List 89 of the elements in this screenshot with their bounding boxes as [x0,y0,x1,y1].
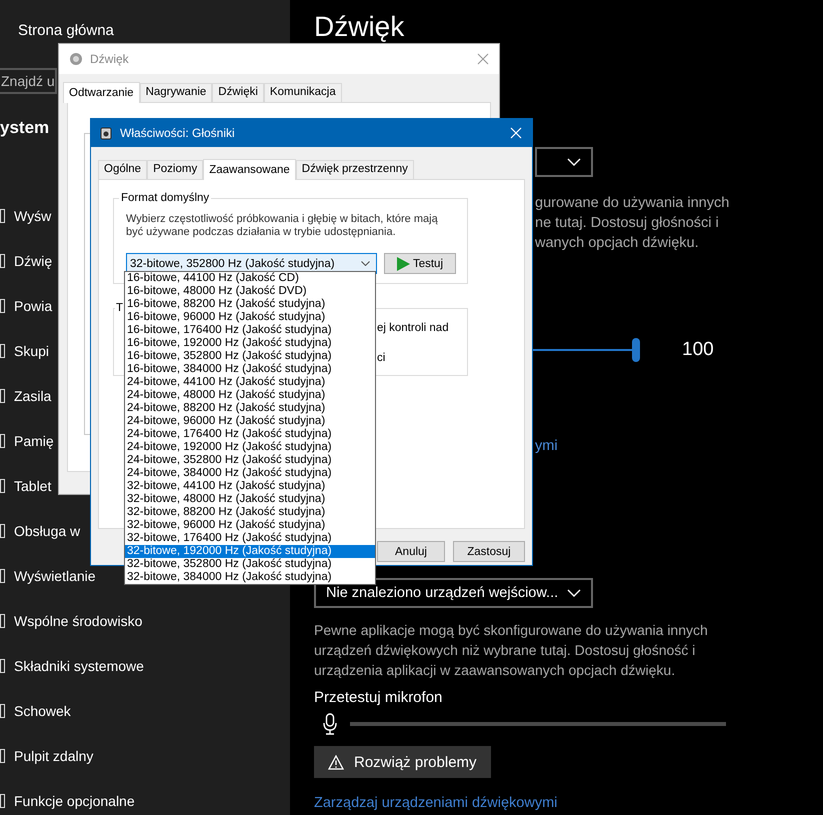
bar-icon [0,254,5,268]
window-title: Dźwięk [90,52,129,66]
dialog-button[interactable]: Anuluj [377,541,445,562]
tab[interactable]: Zaawansowane [203,159,296,180]
search-field[interactable]: Znajdź u [0,68,57,94]
list-option[interactable]: 16-bitowe, 176400 Hz (Jakość studyjna) [125,324,375,337]
home-link[interactable]: Strona główna [18,21,114,41]
chevron-icon [567,589,581,597]
tab[interactable]: Nagrywanie [140,83,212,102]
sidebar-item[interactable]: Składniki systemowe [14,658,144,674]
list-option[interactable]: 16-bitowe, 384000 Hz (Jakość studyjna) [125,363,375,376]
list-option[interactable]: 16-bitowe, 44100 Hz (Jakość CD) [125,272,375,285]
tab[interactable]: Dźwięk przestrzenny [296,160,414,179]
list-option[interactable]: 32-bitowe, 88200 Hz (Jakość studyjna) [125,506,375,519]
bar-icon [0,794,5,808]
description-text: Wybierz częstotliwość próbkowania i głębię w bitach, które mają być używane podczas działania w trybie udostępniania. [126,213,439,239]
test-button[interactable]: Testuj [384,253,456,274]
list-option[interactable]: 32-bitowe, 96000 Hz (Jakość studyjna) [125,519,375,532]
sidebar-item[interactable]: Wyśw [14,208,52,224]
sidebar-item[interactable]: Schowek [14,703,71,719]
sidebar-item[interactable]: Tablet [14,478,52,494]
list-option[interactable]: 16-bitowe, 352800 Hz (Jakość studyjna) [125,350,375,363]
sidebar-item[interactable]: Obsługa w [14,523,80,539]
bar-icon [0,569,5,583]
troubleshoot-button[interactable]: Rozwiąż problemy [314,746,491,778]
list-option[interactable]: 24-bitowe, 384000 Hz (Jakość studyjna) [125,467,375,480]
list-option[interactable]: 24-bitowe, 96000 Hz (Jakość studyjna) [125,415,375,428]
page-title: Dźwięk [314,12,404,42]
list-option[interactable]: 24-bitowe, 352800 Hz (Jakość studyjna) [125,454,375,467]
description-text: Pewne aplikacje mogą być skonfigurowane do używania innych urządzeń dźwiękowych niż wybrane tutaj. Dostosuj głośność i urządzenia aplikacji w zaawansowanych opcjach dźwięku. [314,621,709,680]
bar-icon [0,344,5,358]
section-heading: ystem [0,117,50,139]
tab[interactable]: Komunikacja [264,83,342,102]
sidebar-item[interactable]: Pulpit zdalny [14,748,94,764]
chevron-icon [361,261,370,266]
list-option[interactable]: 32-bitowe, 44100 Hz (Jakość studyjna) [125,480,375,493]
bar-icon [0,614,5,628]
dialog-button[interactable]: Zastosuj [453,541,525,562]
speaker-icon [69,52,83,66]
list-option[interactable]: 16-bitowe, 48000 Hz (Jakość DVD) [125,285,375,298]
tab[interactable]: Dźwięki [212,83,264,102]
warning-icon [328,754,344,770]
sidebar-item[interactable]: Funkcje opcjonalne [14,793,135,809]
list-option[interactable]: 24-bitowe, 44100 Hz (Jakość studyjna) [125,376,375,389]
dropdown-field[interactable] [535,147,593,177]
list-option[interactable]: 32-bitowe, 352800 Hz (Jakość studyjna) [125,558,375,571]
play-icon [396,256,410,270]
window-title: Właściwości: Głośniki [120,126,235,140]
sidebar-item[interactable]: Zasila [14,388,52,404]
manage-devices-link[interactable]: Zarządzaj urządzeniami dźwiękowymi [314,794,558,812]
settings-link[interactable]: ymi [535,437,558,455]
list-option[interactable]: 32-bitowe, 192000 Hz (Jakość studyjna) [125,545,375,558]
list-option[interactable]: 16-bitowe, 192000 Hz (Jakość studyjna) [125,337,375,350]
bar-icon [0,704,5,718]
list-option[interactable]: 16-bitowe, 96000 Hz (Jakość studyjna) [125,311,375,324]
sidebar-item[interactable]: Skupi [14,343,50,359]
tab[interactable]: Odtwarzanie [63,82,140,103]
bar-icon [0,524,5,538]
sidebar-item[interactable]: Pamię [14,433,54,449]
list-option[interactable]: 24-bitowe, 88200 Hz (Jakość studyjna) [125,402,375,415]
group-title: Format domyślny [119,191,212,205]
bar-icon [0,299,5,313]
close-icon[interactable] [477,53,489,65]
bar-icon [0,209,5,223]
mic-test-label: Przetestuj mikrofon [314,688,442,708]
list-option[interactable]: 32-bitowe, 176400 Hz (Jakość studyjna) [125,532,375,545]
option-text: ci [377,351,386,365]
option-text: ej kontroli nad [377,321,450,335]
bar-icon [0,659,5,673]
microphone-icon [322,713,338,735]
chevron-icon [567,158,581,166]
sidebar-item[interactable]: Wspólne środowisko [14,613,142,629]
speaker-icon [100,126,112,140]
list-option[interactable]: 24-bitowe, 48000 Hz (Jakość studyjna) [125,389,375,402]
list-option[interactable]: 16-bitowe, 88200 Hz (Jakość studyjna) [125,298,375,311]
sidebar-item[interactable]: Powia [14,298,52,314]
tab[interactable]: Ogólne [98,160,148,179]
bar-icon [0,389,5,403]
list-option[interactable]: 32-bitowe, 48000 Hz (Jakość studyjna) [125,493,375,506]
bar-icon [0,479,5,493]
sidebar-item[interactable]: Wyświetlanie [14,568,96,584]
description-text: gurowane do używania innych ne tutaj. Dostosuj głośności i wanych opcjach dźwięku. [535,194,730,253]
volume-value: 100 [682,339,714,361]
list-option[interactable]: 24-bitowe, 176400 Hz (Jakość studyjna) [125,428,375,441]
tab[interactable]: Poziomy [147,160,204,179]
bar-icon [0,749,5,763]
bar-icon [0,434,5,448]
sidebar-item[interactable]: Dźwię [14,253,52,269]
list-option[interactable]: 24-bitowe, 192000 Hz (Jakość studyjna) [125,441,375,454]
